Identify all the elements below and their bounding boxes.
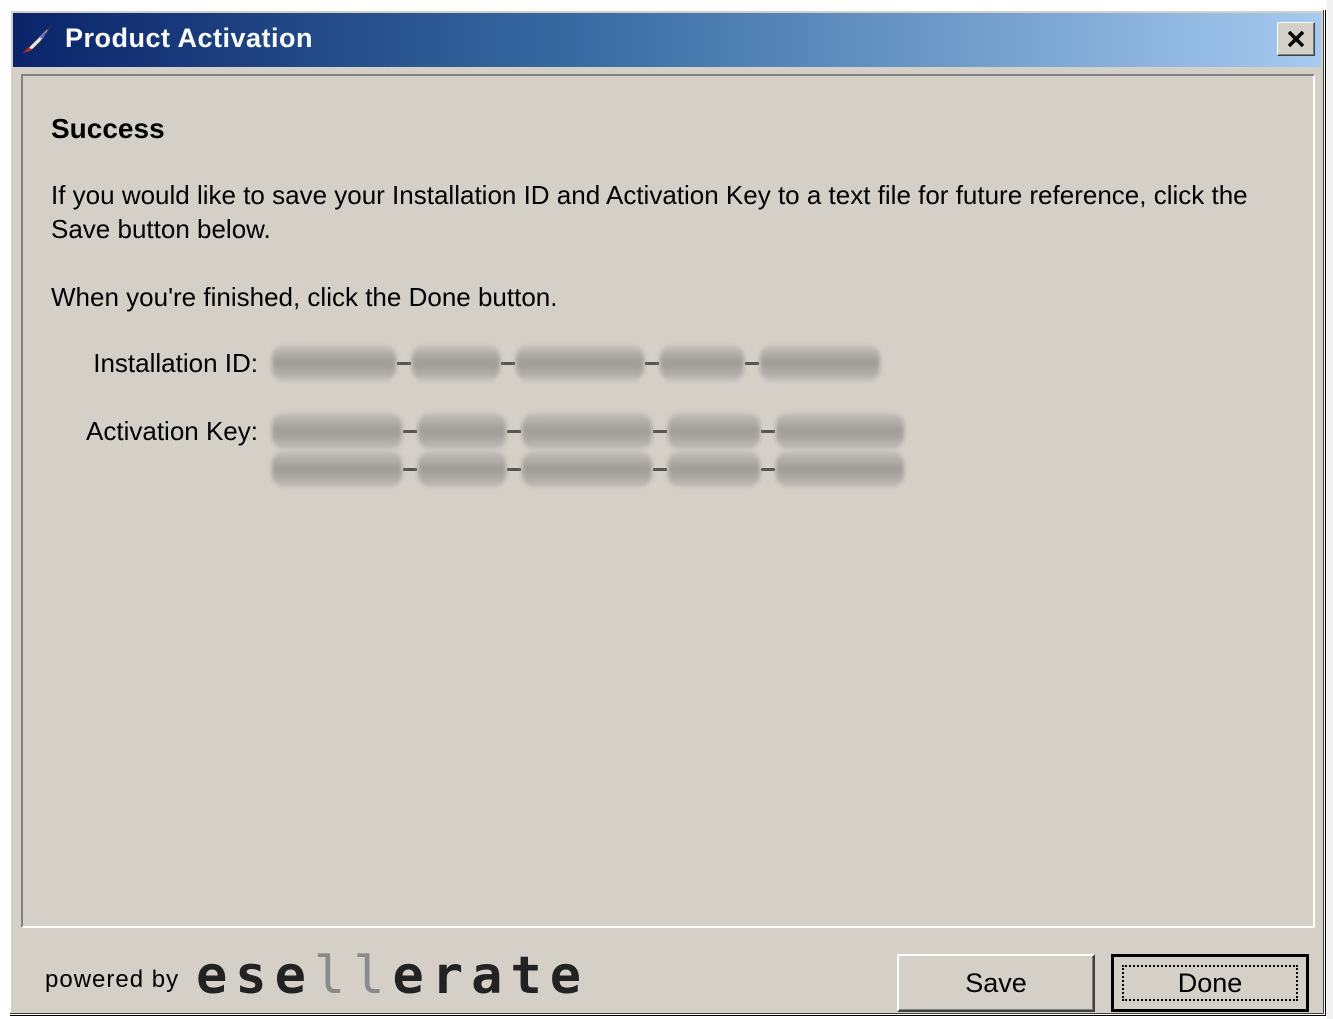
product-activation-dialog: Product Activation Success If you would … xyxy=(9,9,1325,1015)
save-instructions: If you would like to save your Installat… xyxy=(51,180,1248,244)
close-icon xyxy=(1287,30,1305,48)
desktop-edge xyxy=(1327,0,1333,1019)
powered-by-text: powered by xyxy=(45,966,180,993)
save-button[interactable]: Save xyxy=(897,954,1095,1012)
done-button[interactable]: Done xyxy=(1111,954,1309,1012)
success-heading: Success xyxy=(51,113,165,144)
activation-key-label: Activation Key: xyxy=(86,416,258,446)
title-bar[interactable]: Product Activation xyxy=(13,13,1321,67)
activation-key-value-line2 xyxy=(272,448,904,490)
activation-key-value-line1 xyxy=(272,410,904,452)
installation-id-label: Installation ID: xyxy=(93,348,258,378)
esellerate-logo: esellerate xyxy=(196,946,590,1006)
window-title: Product Activation xyxy=(65,23,314,53)
dialog-footer: powered by esellerate Save Done xyxy=(21,932,1315,1012)
rocket-icon xyxy=(22,25,52,54)
installation-id-value xyxy=(272,342,880,384)
close-button[interactable] xyxy=(1277,22,1315,56)
done-instructions: When you're finished, click the Done but… xyxy=(51,282,558,312)
